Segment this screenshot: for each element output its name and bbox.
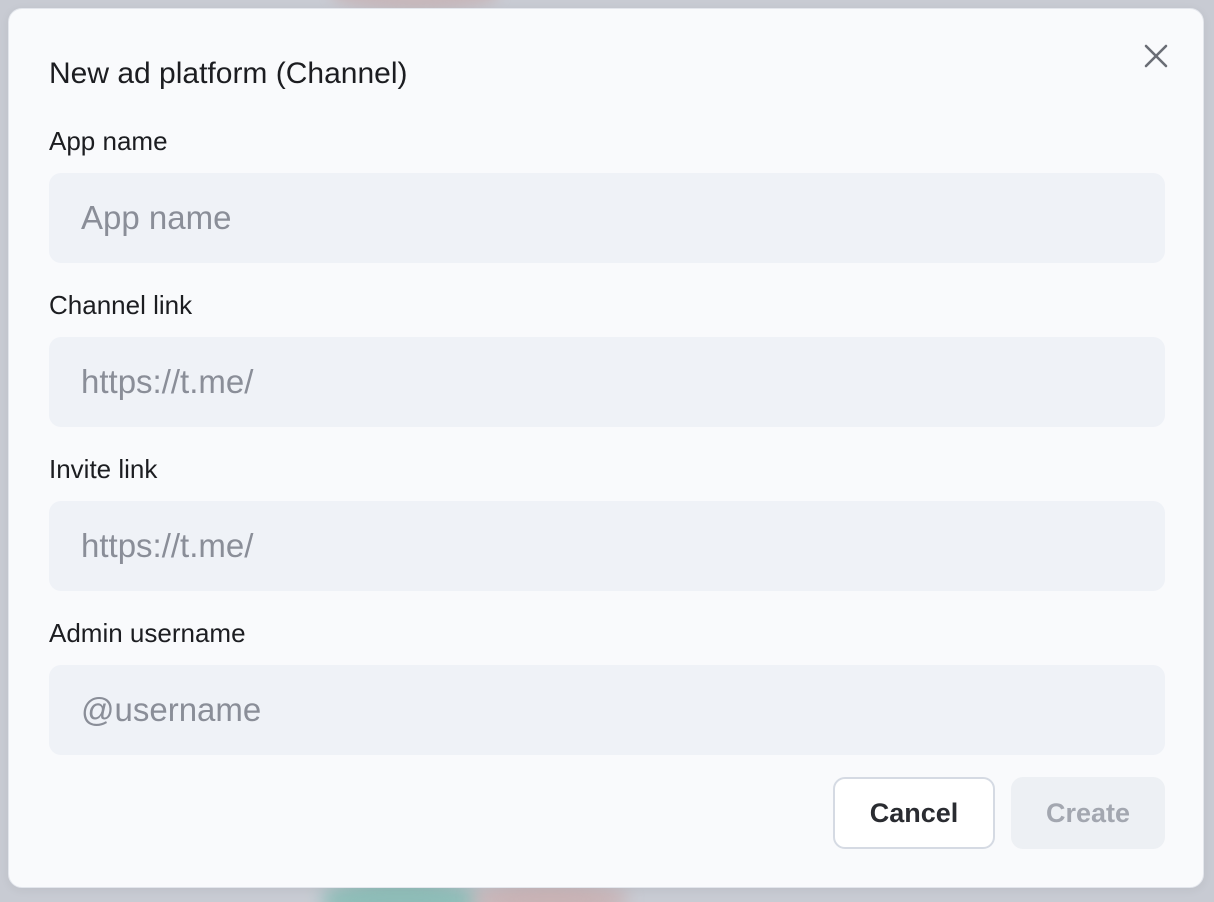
create-button[interactable]: Create xyxy=(1011,777,1165,849)
close-icon xyxy=(1144,44,1168,68)
channel-link-label: Channel link xyxy=(49,290,193,320)
app-name-input[interactable] xyxy=(49,173,1165,263)
channel-link-input[interactable] xyxy=(49,337,1165,427)
invite-link-input[interactable] xyxy=(49,501,1165,591)
new-ad-platform-dialog: New ad platform (Channel) App name Chann… xyxy=(8,8,1204,888)
app-name-label: App name xyxy=(49,126,168,156)
admin-username-label: Admin username xyxy=(49,618,246,648)
admin-username-input[interactable] xyxy=(49,665,1165,755)
close-button[interactable] xyxy=(1137,37,1175,75)
invite-link-label: Invite link xyxy=(49,454,158,484)
cancel-button[interactable]: Cancel xyxy=(833,777,995,849)
dialog-title: New ad platform (Channel) xyxy=(49,57,408,90)
